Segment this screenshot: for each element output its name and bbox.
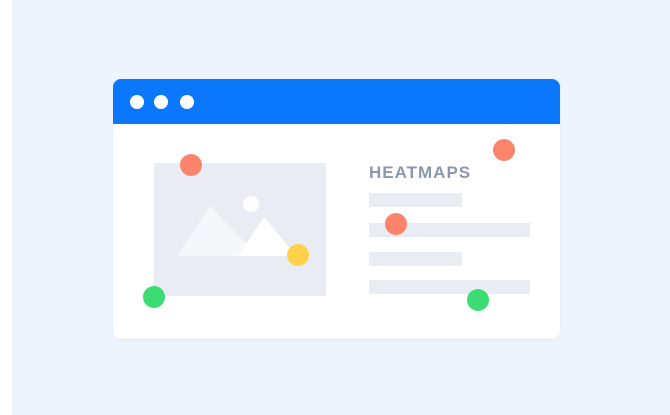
text-line-placeholder [369, 193, 462, 207]
heading-text: HEATMAPS [369, 163, 472, 182]
window-dot-2-icon [154, 95, 168, 109]
heat-spot-yellow-icon [287, 244, 309, 266]
illustration-canvas: HEATMAPS [12, 0, 670, 415]
text-line-placeholder [369, 280, 530, 294]
browser-window: HEATMAPS [113, 79, 560, 339]
sun-icon [243, 196, 259, 212]
window-dot-1-icon [130, 95, 144, 109]
window-titlebar [113, 79, 560, 124]
heat-spot-red-icon [493, 139, 515, 161]
heat-spot-red-icon [180, 154, 202, 176]
heat-spot-green-icon [467, 289, 489, 311]
text-line-placeholder [369, 252, 462, 266]
window-dot-3-icon [180, 95, 194, 109]
heat-spot-green-icon [143, 286, 165, 308]
image-placeholder-icon [154, 163, 326, 296]
heat-spot-red-icon [385, 213, 407, 235]
